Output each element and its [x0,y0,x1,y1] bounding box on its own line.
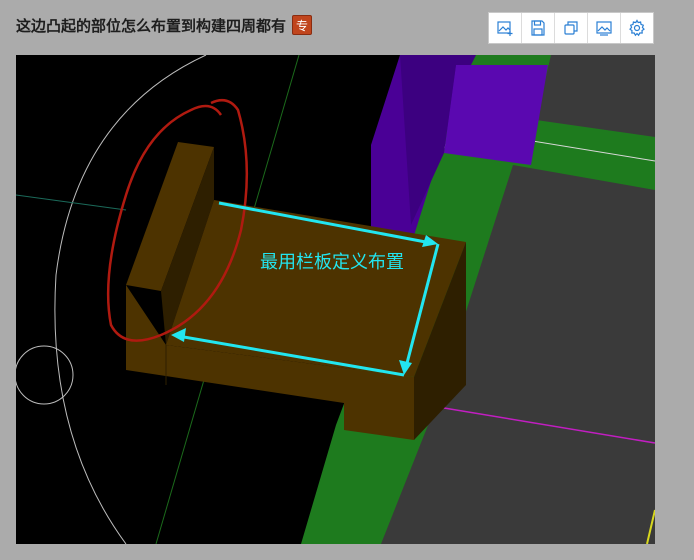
annotation-text: 最用栏板定义布置 [260,252,404,273]
gear-icon [629,19,645,37]
cad-viewport[interactable]: 最用栏板定义布置 [16,55,655,544]
image-view-button[interactable] [588,13,621,43]
copy-button[interactable] [555,13,588,43]
settings-button[interactable] [621,13,653,43]
post-title: 这边凸起的部位怎么布置到构建四周都有 [16,16,287,35]
image-view-icon [596,21,612,36]
image-add-icon [497,21,513,36]
add-image-button[interactable] [489,13,522,43]
save-button[interactable] [522,13,555,43]
purple-wall-side [444,65,548,165]
cad-scene [16,55,655,544]
badge-icon: 专 [292,15,313,35]
post-title-row: 这边凸起的部位怎么布置到构建四周都有 专 [16,12,313,38]
image-toolbar [488,12,654,44]
guide-circle [16,345,74,405]
save-icon [531,20,545,36]
copy-icon [564,21,578,35]
